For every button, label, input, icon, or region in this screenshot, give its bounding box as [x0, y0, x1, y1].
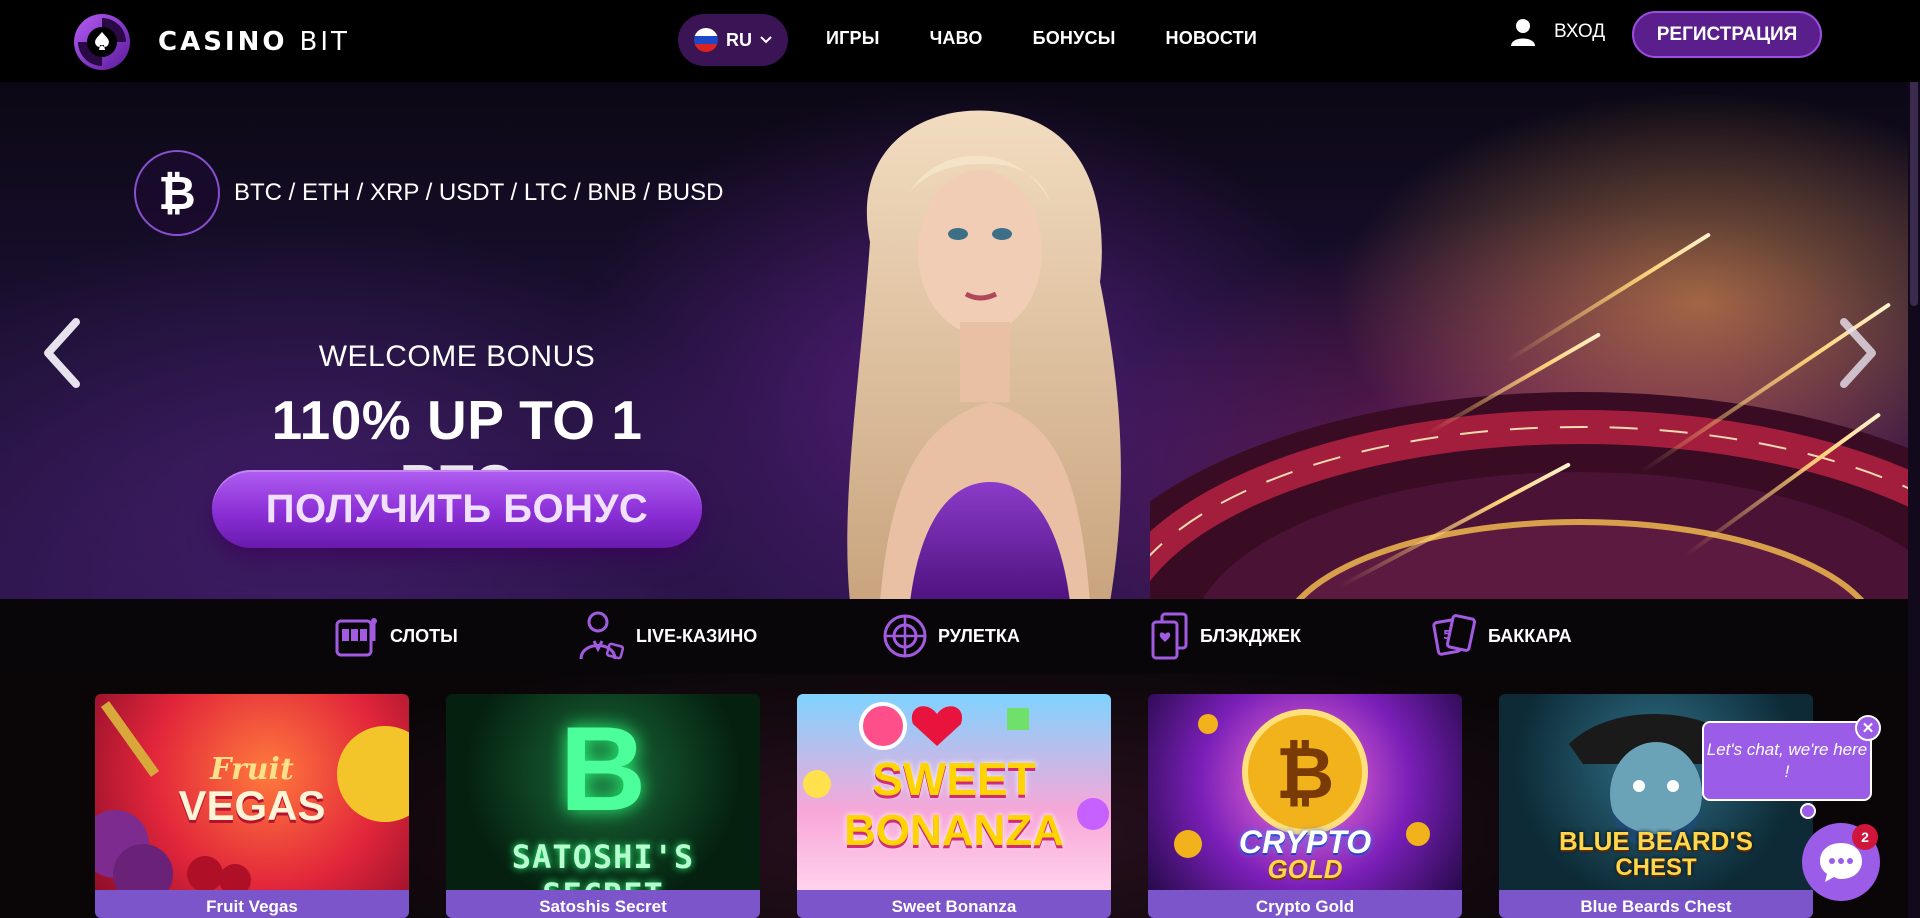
- game-thumbnail: B SATOSHI'S SECRET: [446, 694, 760, 914]
- login-button[interactable]: ВХОД: [1510, 18, 1605, 46]
- games-grid: Fruit VEGAS Fruit Vegas B SATOSHI'S SECR…: [0, 674, 1920, 918]
- category-label: СЛОТЫ: [390, 625, 458, 646]
- category-bar: СЛОТЫ LIVE-КАЗИНО РУЛЕТКА БЛЭКДЖЕК 5 БАК…: [0, 599, 1920, 674]
- hero-banner: ₿ BTC / ETH / XRP / USDT / LTC / BNB / B…: [0, 82, 1920, 599]
- category-roulette[interactable]: РУЛЕТКА: [882, 611, 1020, 661]
- nav-bonuses[interactable]: БОНУСЫ: [1033, 28, 1116, 49]
- roulette-icon: [883, 614, 927, 658]
- chat-prompt-bubble[interactable]: Let's chat, we're here !: [1702, 721, 1872, 801]
- bitcoin-icon: ₿: [134, 150, 220, 236]
- svg-text:5: 5: [1443, 628, 1451, 642]
- page-scrollbar[interactable]: [1908, 0, 1920, 918]
- category-label: БЛЭКДЖЕК: [1200, 625, 1301, 646]
- game-thumbnail: ₿ CRYPTO GOLD: [1148, 694, 1462, 890]
- game-title: Blue Beards Chest: [1499, 890, 1813, 918]
- login-label: ВХОД: [1554, 21, 1606, 42]
- game-art-title: CHEST: [1615, 854, 1697, 881]
- category-label: РУЛЕТКА: [938, 625, 1020, 646]
- category-baccarat[interactable]: 5 БАККАРА: [1432, 611, 1572, 661]
- chat-unread-badge: 2: [1852, 824, 1878, 850]
- game-title: Crypto Gold: [1148, 890, 1462, 918]
- main-nav: ИГРЫ ЧАВО БОНУСЫ НОВОСТИ: [826, 28, 1257, 49]
- chevron-down-icon: [760, 36, 772, 44]
- nav-faq[interactable]: ЧАВО: [930, 28, 983, 49]
- category-blackjack[interactable]: БЛЭКДЖЕК: [1150, 611, 1301, 661]
- game-title: Satoshis Secret: [446, 890, 760, 918]
- game-card[interactable]: B SATOSHI'S SECRET Satoshis Secret: [446, 694, 760, 918]
- logo[interactable]: CASINO BIT: [72, 12, 350, 72]
- game-art-title: VEGAS: [178, 782, 326, 829]
- get-bonus-button[interactable]: ПОЛУЧИТЬ БОНУС: [212, 470, 702, 548]
- cards-icon: [1151, 612, 1188, 660]
- language-code: RU: [726, 29, 752, 50]
- crypto-accepted: ₿ BTC / ETH / XRP / USDT / LTC / BNB / B…: [134, 150, 723, 236]
- nav-news[interactable]: НОВОСТИ: [1166, 28, 1257, 49]
- game-title: Sweet Bonanza: [797, 890, 1111, 918]
- category-live-casino[interactable]: LIVE-КАЗИНО: [578, 611, 757, 661]
- game-card[interactable]: Fruit VEGAS Fruit Vegas: [95, 694, 409, 918]
- slot-machine-icon: [335, 618, 377, 657]
- game-card[interactable]: ₿ CRYPTO GOLD Crypto Gold: [1148, 694, 1462, 918]
- svg-text:₿: ₿: [158, 167, 196, 219]
- game-art-title: BLUE BEARD'S: [1559, 826, 1753, 856]
- user-icon: [1511, 19, 1535, 46]
- category-label: БАККАРА: [1488, 625, 1572, 646]
- crypto-list: BTC / ETH / XRP / USDT / LTC / BNB / BUS…: [234, 179, 724, 206]
- carousel-next-arrow-icon[interactable]: [1838, 318, 1878, 388]
- hero-model-image: [847, 110, 1121, 599]
- game-art-title: BONANZA: [844, 806, 1064, 855]
- svg-text:₿: ₿: [1276, 731, 1335, 815]
- register-button[interactable]: РЕГИСТРАЦИЯ: [1632, 11, 1822, 58]
- welcome-title: WELCOME BONUS: [318, 340, 596, 373]
- game-art-title: B: [559, 702, 647, 836]
- russia-flag-icon: [694, 28, 718, 52]
- game-art-title: SWEET: [872, 753, 1036, 805]
- game-thumbnail: Fruit VEGAS: [95, 694, 409, 890]
- baccarat-cards-icon: 5: [1432, 614, 1477, 656]
- bonus-offer: WELCOME BONUS 110% UP TO 1 BTC ПОЛУЧИТЬ …: [212, 340, 702, 548]
- game-card[interactable]: SWEET BONANZA Sweet Bonanza: [797, 694, 1111, 918]
- category-slots[interactable]: СЛОТЫ: [334, 611, 458, 661]
- language-selector[interactable]: RU: [678, 14, 788, 66]
- dealer-icon: [579, 611, 625, 660]
- roulette-wheel-image: [1150, 392, 1920, 599]
- game-title: Fruit Vegas: [95, 890, 409, 918]
- logo-text: CASINO BIT: [158, 27, 350, 57]
- chat-bubble-tail: [1800, 803, 1816, 819]
- category-label: LIVE-КАЗИНО: [636, 625, 758, 646]
- spade-logo-icon: [74, 14, 130, 70]
- game-art-title: GOLD: [1267, 854, 1343, 884]
- game-thumbnail: SWEET BONANZA: [797, 694, 1111, 890]
- nav-games[interactable]: ИГРЫ: [826, 28, 880, 49]
- carousel-prev-arrow-icon[interactable]: [42, 318, 82, 388]
- site-header: CASINO BIT RU ИГРЫ ЧАВО БОНУСЫ НОВОСТИ В…: [0, 0, 1920, 82]
- chat-close-icon[interactable]: ✕: [1855, 715, 1881, 741]
